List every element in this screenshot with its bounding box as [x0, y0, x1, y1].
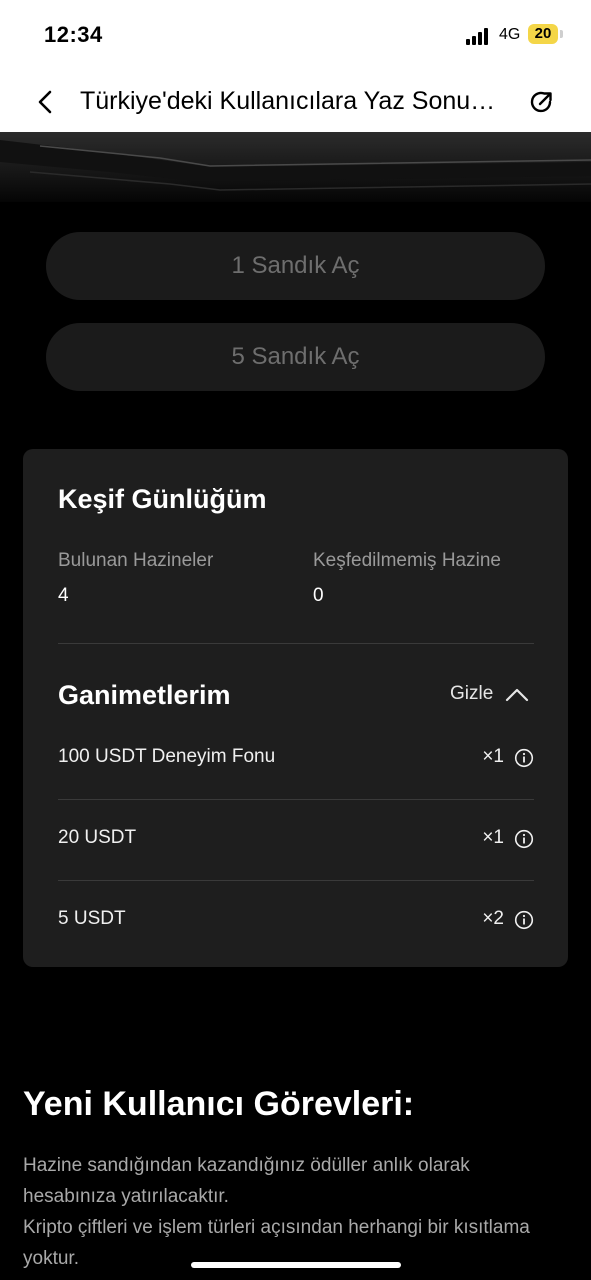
- found-treasures-label: Bulunan Hazineler: [58, 550, 214, 571]
- discovery-journal-card: Keşif Günlüğüm Bulunan Hazineler 4 Keşfe…: [23, 449, 568, 967]
- home-indicator[interactable]: [191, 1262, 401, 1268]
- status-time: 12:34: [44, 22, 103, 47]
- chevron-left-icon[interactable]: [34, 88, 58, 116]
- status-bar: 12:34 4G 20: [0, 0, 591, 72]
- loot-item-name: 100 USDT Deneyim Fonu: [58, 746, 276, 767]
- journal-title: Keşif Günlüğüm: [58, 484, 267, 514]
- undiscovered-treasure-label: Keşfedilmemiş Hazine: [313, 550, 501, 571]
- loot-title: Ganimetlerim: [58, 680, 231, 710]
- loot-item-name: 20 USDT: [58, 827, 137, 848]
- hide-loot-toggle[interactable]: Gizle: [450, 683, 535, 713]
- open-one-chest-button[interactable]: 1 Sandık Aç: [46, 232, 545, 300]
- tasks-description: Hazine sandığından kazandığınız ödüller …: [23, 1150, 568, 1274]
- divider: [58, 799, 534, 800]
- loot-item-qty: ×1: [482, 827, 504, 848]
- network-type: 4G: [499, 26, 521, 43]
- chevron-up-icon: [505, 688, 529, 702]
- loot-item-qty: ×2: [482, 908, 504, 929]
- divider: [58, 880, 534, 881]
- loot-item: 5 USDT ×2: [58, 908, 534, 938]
- battery-icon: 20: [528, 24, 558, 44]
- hero-banner: [0, 132, 591, 202]
- page-title: Türkiye'deki Kullanıcılara Yaz Sonu…: [80, 87, 496, 115]
- found-treasures-value: 4: [58, 585, 69, 606]
- signal-icon: [466, 28, 488, 45]
- tasks-description-line: Hazine sandığından kazandığınız ödüller …: [23, 1155, 470, 1207]
- battery-cap: [560, 30, 563, 38]
- divider: [58, 643, 534, 644]
- share-icon[interactable]: [528, 88, 556, 116]
- loot-item: 20 USDT ×1: [58, 827, 534, 857]
- nav-bar: Türkiye'deki Kullanıcılara Yaz Sonu…: [0, 72, 591, 132]
- loot-item-name: 5 USDT: [58, 908, 126, 929]
- loot-item-qty: ×1: [482, 746, 504, 767]
- info-icon[interactable]: [514, 829, 534, 849]
- info-icon[interactable]: [514, 748, 534, 768]
- info-icon[interactable]: [514, 910, 534, 930]
- new-user-tasks-title: Yeni Kullanıcı Görevleri:: [23, 1085, 415, 1123]
- loot-item: 100 USDT Deneyim Fonu ×1: [58, 746, 534, 776]
- undiscovered-treasure-value: 0: [313, 585, 324, 606]
- open-five-chests-button[interactable]: 5 Sandık Aç: [46, 323, 545, 391]
- hide-label: Gizle: [450, 683, 494, 704]
